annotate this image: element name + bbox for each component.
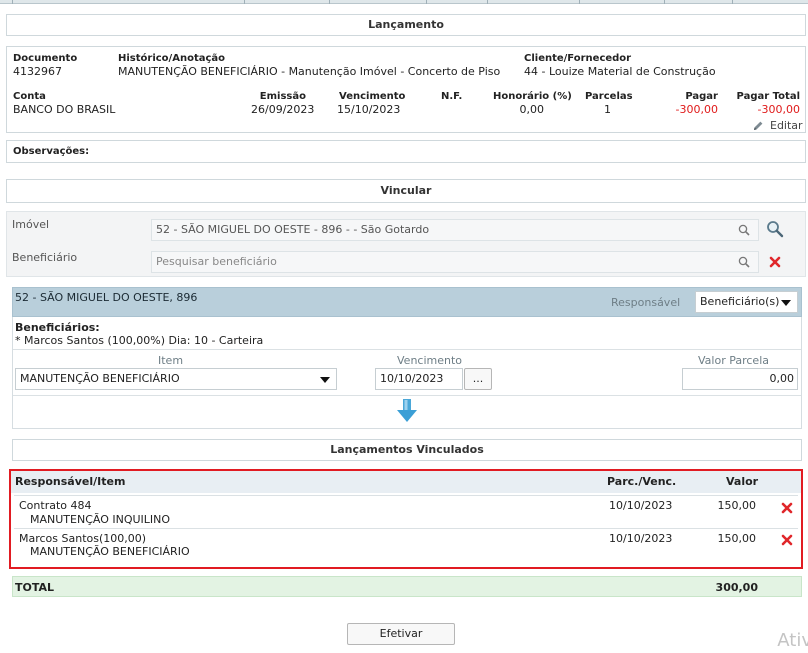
lancamento-title: Lançamento bbox=[6, 14, 806, 36]
pagar-value: -300,00 bbox=[675, 103, 718, 116]
historico-label: Histórico/Anotação bbox=[118, 53, 226, 64]
col-header-venc: Parc./Venc. bbox=[607, 475, 677, 488]
row-valor: 150,00 bbox=[717, 499, 757, 512]
divider bbox=[14, 528, 798, 529]
clear-beneficiario-icon[interactable] bbox=[769, 256, 781, 268]
imovel-input[interactable]: 52 - SÃO MIGUEL DO OESTE - 896 - - São G… bbox=[151, 219, 759, 241]
col-header-item: Responsável/Item bbox=[15, 475, 126, 488]
top-strip-tick bbox=[664, 0, 665, 4]
row-venc: 10/10/2023 bbox=[609, 532, 673, 545]
pagar-total-label: Pagar Total bbox=[736, 91, 800, 102]
responsavel-select-value: Beneficiário(s) bbox=[700, 295, 780, 308]
top-strip bbox=[0, 0, 808, 4]
observacoes-label: Observações: bbox=[13, 146, 90, 157]
top-strip-tick bbox=[487, 0, 488, 4]
row-venc: 10/10/2023 bbox=[609, 499, 673, 512]
row-responsavel: Contrato 484 bbox=[19, 499, 92, 512]
divider bbox=[13, 349, 801, 350]
top-strip-tick bbox=[426, 0, 427, 4]
conta-value: BANCO DO BRASIL bbox=[13, 103, 116, 116]
nf-label: N.F. bbox=[441, 91, 463, 102]
vincular-title: Vincular bbox=[6, 179, 806, 203]
pagar-total-value: -300,00 bbox=[757, 103, 800, 116]
beneficiarios-label: Beneficiários: bbox=[15, 321, 100, 334]
beneficiario-label: Beneficiário bbox=[12, 251, 78, 264]
row-item: MANUTENÇÃO INQUILINO bbox=[30, 513, 171, 526]
emissao-value: 26/09/2023 bbox=[251, 103, 315, 116]
parcelas-value: 1 bbox=[604, 103, 611, 116]
documento-value: 4132967 bbox=[13, 65, 62, 78]
observacoes-box bbox=[6, 140, 806, 163]
documento-label: Documento bbox=[13, 53, 78, 64]
imovel-search-icon[interactable] bbox=[766, 220, 784, 238]
beneficiario-input-placeholder: Pesquisar beneficiário bbox=[156, 255, 277, 268]
chevron-down-icon bbox=[781, 300, 791, 306]
vinculados-title: Lançamentos Vinculados bbox=[12, 439, 802, 461]
pencil-icon bbox=[754, 121, 763, 130]
top-strip-tick bbox=[12, 0, 13, 4]
divider bbox=[13, 395, 801, 396]
beneficiarios-value: * Marcos Santos (100,00%) Dia: 10 - Cart… bbox=[15, 334, 264, 347]
imovel-input-value: 52 - SÃO MIGUEL DO OESTE - 896 - - São G… bbox=[156, 223, 430, 236]
search-icon bbox=[738, 224, 750, 236]
property-header: 52 - SÃO MIGUEL DO OESTE, 896 bbox=[15, 291, 198, 304]
valor-parcela-input[interactable]: 0,00 bbox=[682, 368, 798, 390]
table-header bbox=[11, 471, 801, 493]
parcelas-label: Parcelas bbox=[585, 91, 633, 102]
top-strip-tick bbox=[329, 0, 330, 4]
row-item: MANUTENÇÃO BENEFICIÁRIO bbox=[30, 545, 190, 558]
row-valor: 150,00 bbox=[717, 532, 757, 545]
total-value: 300,00 bbox=[715, 581, 758, 594]
divider bbox=[14, 495, 798, 496]
item-select[interactable]: MANUTENÇÃO BENEFICIÁRIO bbox=[15, 368, 337, 390]
honorario-label: Honorário (%) bbox=[493, 91, 572, 102]
vencimento-input[interactable]: 10/10/2023 bbox=[375, 368, 463, 390]
honorario-value: 0,00 bbox=[519, 103, 545, 116]
vencimento-label: Vencimento bbox=[339, 91, 406, 102]
date-picker-button[interactable]: ... bbox=[464, 368, 492, 390]
activate-watermark: Ativ bbox=[777, 630, 808, 651]
valor-parcela-label: Valor Parcela bbox=[698, 354, 769, 367]
item-label: Item bbox=[158, 354, 184, 367]
remove-row-icon[interactable] bbox=[781, 534, 793, 546]
arrow-down-icon[interactable] bbox=[396, 398, 418, 424]
emissao-label: Emissão bbox=[259, 91, 306, 102]
imovel-label: Imóvel bbox=[12, 218, 50, 231]
top-strip-tick bbox=[732, 0, 733, 4]
top-strip-tick bbox=[579, 0, 580, 4]
vencimento-value: 15/10/2023 bbox=[337, 103, 401, 116]
efetivar-button[interactable]: Efetivar bbox=[347, 623, 455, 645]
vencimento-input-value: 10/10/2023 bbox=[380, 372, 444, 385]
col-header-valor: Valor bbox=[726, 475, 759, 488]
item-select-value: MANUTENÇÃO BENEFICIÁRIO bbox=[20, 372, 180, 385]
historico-value: MANUTENÇÃO BENEFICIÁRIO - Manutenção Imó… bbox=[118, 65, 501, 78]
cliente-value: 44 - Louize Material de Construção bbox=[524, 65, 716, 78]
chevron-down-icon bbox=[320, 377, 330, 383]
total-label: TOTAL bbox=[15, 581, 55, 594]
editar-label: Editar bbox=[770, 119, 803, 132]
beneficiario-input[interactable]: Pesquisar beneficiário bbox=[151, 251, 759, 273]
top-strip-tick bbox=[244, 0, 245, 4]
responsavel-label: Responsável bbox=[611, 296, 681, 309]
vencimento-field-label: Vencimento bbox=[397, 354, 463, 367]
pagar-label: Pagar bbox=[685, 91, 718, 102]
remove-row-icon[interactable] bbox=[781, 502, 793, 514]
total-bar bbox=[12, 576, 802, 597]
search-icon bbox=[738, 256, 750, 268]
row-responsavel: Marcos Santos(100,00) bbox=[19, 532, 147, 545]
valor-parcela-value: 0,00 bbox=[769, 372, 795, 385]
cliente-label: Cliente/Fornecedor bbox=[524, 53, 632, 64]
responsavel-select[interactable]: Beneficiário(s) bbox=[695, 291, 798, 313]
conta-label: Conta bbox=[13, 91, 46, 102]
